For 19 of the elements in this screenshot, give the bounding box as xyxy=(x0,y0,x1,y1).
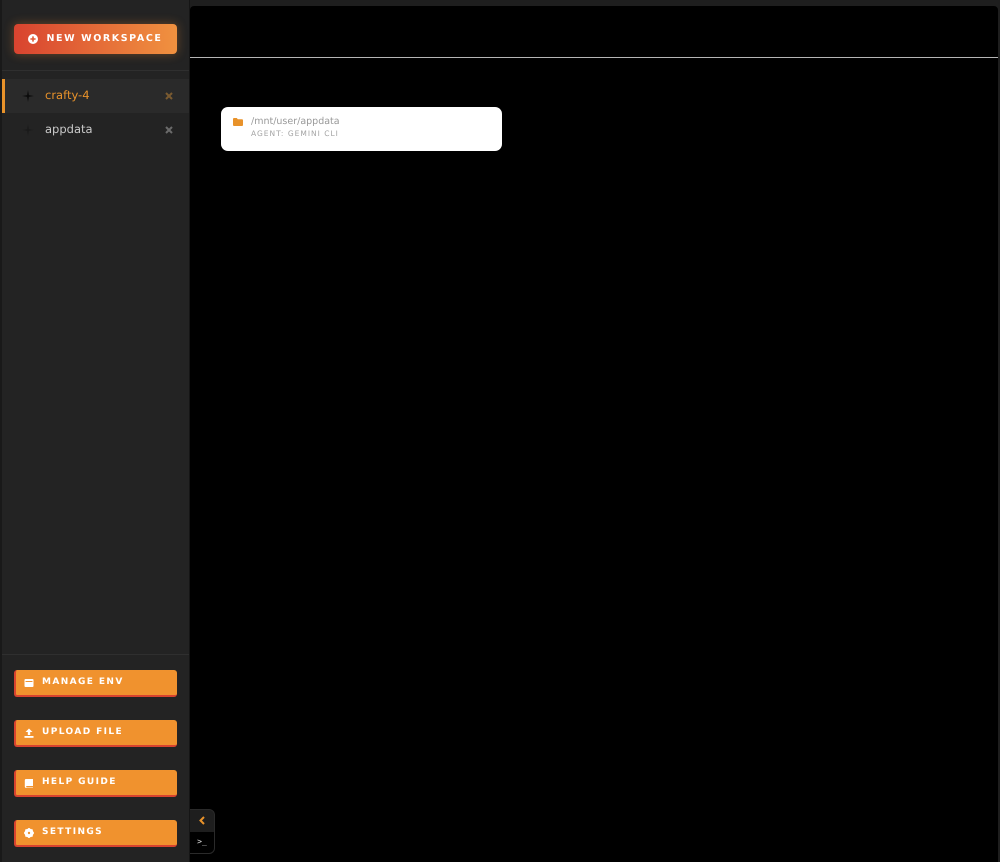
workspace-tab[interactable]: crafty-4 xyxy=(2,79,189,113)
gear-icon xyxy=(24,828,34,838)
chevron-left-icon xyxy=(199,816,205,826)
workspace-tab[interactable]: appdata xyxy=(2,113,189,147)
action-button[interactable]: UPLOAD FILE xyxy=(14,720,177,747)
close-icon xyxy=(165,92,173,100)
action-button[interactable]: MANAGE ENV xyxy=(14,670,177,697)
folder-icon xyxy=(233,118,243,126)
upload-icon xyxy=(24,728,34,738)
new-workspace-button[interactable]: NEW WORKSPACE xyxy=(14,24,177,54)
window-icon xyxy=(24,678,34,688)
sparkle-icon xyxy=(22,90,34,102)
action-button[interactable]: SETTINGS xyxy=(14,820,177,847)
terminal-button[interactable]: >_ xyxy=(190,832,214,853)
plus-circle-icon xyxy=(28,34,38,44)
session-path: /mnt/user/appdata xyxy=(251,115,340,128)
book-icon xyxy=(24,778,34,788)
close-icon xyxy=(165,126,173,134)
action-button[interactable]: HELP GUIDE xyxy=(14,770,177,797)
